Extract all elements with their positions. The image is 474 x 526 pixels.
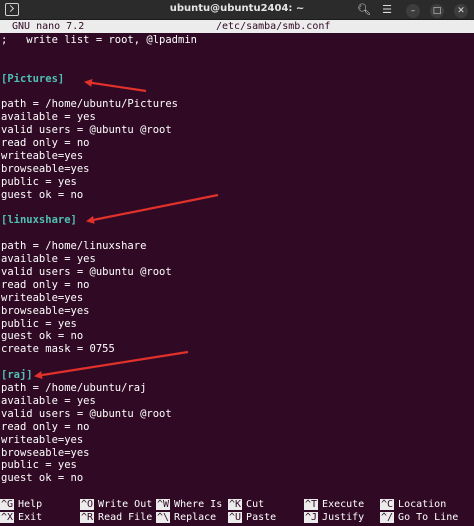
shortcut-key: ^C xyxy=(380,499,395,510)
shortcut-key: ^R xyxy=(80,512,95,523)
shortcut-label: Exit xyxy=(18,512,43,523)
shortcut-key: ^G xyxy=(0,499,15,510)
config-line: valid users = @ubuntu @root xyxy=(1,124,172,137)
shortcut-location[interactable]: ^C Location xyxy=(380,498,446,511)
shortcut-key: ^\ xyxy=(156,512,171,523)
section-header-line: [Pictures] xyxy=(1,72,65,85)
shortcut-go-to-line[interactable]: ^/Go To Line xyxy=(380,511,458,524)
config-line: create mask = 0755 xyxy=(1,343,115,356)
shortcut-label: Read File xyxy=(98,512,153,523)
config-line: ; write list = root, @lpadmin xyxy=(1,34,197,46)
shortcut-key: ^U xyxy=(228,512,243,523)
shortcut-label: Help xyxy=(18,499,43,510)
section-header-line: [linuxshare] xyxy=(1,214,77,227)
shortcut-read-file[interactable]: ^R Read File xyxy=(80,511,152,524)
minimize-icon[interactable]: – xyxy=(404,2,422,18)
config-line: public = yes xyxy=(1,175,77,188)
config-line: browseable=yes xyxy=(1,304,90,317)
config-line: guest ok = no xyxy=(1,188,84,201)
config-line: public = yes xyxy=(1,459,77,472)
menu-icon[interactable]: ☰ xyxy=(378,2,396,18)
config-line: path = /home/ubuntu/Pictures xyxy=(1,98,179,111)
shortcut-exit[interactable]: ^X Exit xyxy=(0,511,42,524)
shortcut-write-out[interactable]: ^O Write Out xyxy=(80,498,152,511)
nano-version: GNU nano 7.2 xyxy=(12,21,85,32)
section-header-line: [raj] xyxy=(1,369,33,382)
shortcut-key: ^T xyxy=(304,499,319,510)
config-line: writeable=yes xyxy=(1,433,84,446)
nano-shortcut-bar: ^G Help ^X Exit ^O Write Out ^R Read File ^W Wher… xyxy=(0,498,474,526)
config-line: writeable=yes xyxy=(1,291,84,304)
config-line: guest ok = no xyxy=(1,472,84,485)
shortcut-key: ^K xyxy=(228,499,243,510)
shortcut-label: Justify xyxy=(322,512,365,523)
shortcut-key: ^J xyxy=(304,512,319,523)
shortcut-justify[interactable]: ^J Justify xyxy=(304,511,364,524)
shortcut-label: Execute xyxy=(322,499,365,510)
shortcut-label: Cut xyxy=(246,499,265,510)
config-line: read only = no xyxy=(1,420,90,433)
config-line: browseable=yes xyxy=(1,446,90,459)
config-line: valid users = @ubuntu @root xyxy=(1,266,172,279)
config-line: valid users = @ubuntu @root xyxy=(1,407,172,420)
shortcut-key: ^/ xyxy=(380,512,395,523)
shortcut-label: Replace xyxy=(174,512,217,523)
shortcut-help[interactable]: ^G Help xyxy=(0,498,42,511)
shortcut-key: ^X xyxy=(0,512,15,523)
shortcut-execute[interactable]: ^T Execute xyxy=(304,498,364,511)
shortcut-label: Where Is xyxy=(174,499,223,510)
config-line: guest ok = no xyxy=(1,330,84,343)
search-icon[interactable]: 🔍︎ xyxy=(355,2,373,18)
config-line: available = yes xyxy=(1,253,96,266)
maximize-icon[interactable]: □ xyxy=(428,2,446,18)
config-line: read only = no xyxy=(1,137,90,150)
shortcut-key: ^W xyxy=(156,499,171,510)
shortcut-label: Write Out xyxy=(98,499,153,510)
config-line: available = yes xyxy=(1,111,96,124)
nano-header-bar: GNU nano 7.2 /etc/samba/smb.conf xyxy=(0,20,474,33)
editor-text-area[interactable]: ; write list = root, @lpadmin [Pictures] p… xyxy=(1,34,473,485)
shortcut-paste[interactable]: ^U Paste xyxy=(228,511,276,524)
config-line: path = /home/ubuntu/raj xyxy=(1,382,147,395)
close-icon[interactable]: ✕ xyxy=(452,2,470,18)
config-line: read only = no xyxy=(1,278,90,291)
config-line: path = /home/linuxshare xyxy=(1,240,147,253)
config-line: browseable=yes xyxy=(1,162,90,175)
nano-filename: /etc/samba/smb.conf xyxy=(216,21,331,32)
shortcut-label: Go To Line xyxy=(398,512,459,523)
shortcut-label: Location xyxy=(398,499,447,510)
shortcut-cut[interactable]: ^K Cut xyxy=(228,498,264,511)
config-line: public = yes xyxy=(1,317,77,330)
shortcut-key: ^O xyxy=(80,499,95,510)
config-line: writeable=yes xyxy=(1,150,84,163)
window-titlebar[interactable]: ubuntu@ubuntu2404: ~ 🔍︎ ☰ – □ ✕ xyxy=(0,0,474,20)
shortcut-where-is[interactable]: ^W Where Is xyxy=(156,498,222,511)
shortcut-replace[interactable]: ^\ Replace xyxy=(156,511,216,524)
config-line: available = yes xyxy=(1,394,96,407)
window-title: ubuntu@ubuntu2404: ~ xyxy=(169,3,305,14)
shortcut-label: Paste xyxy=(246,512,277,523)
